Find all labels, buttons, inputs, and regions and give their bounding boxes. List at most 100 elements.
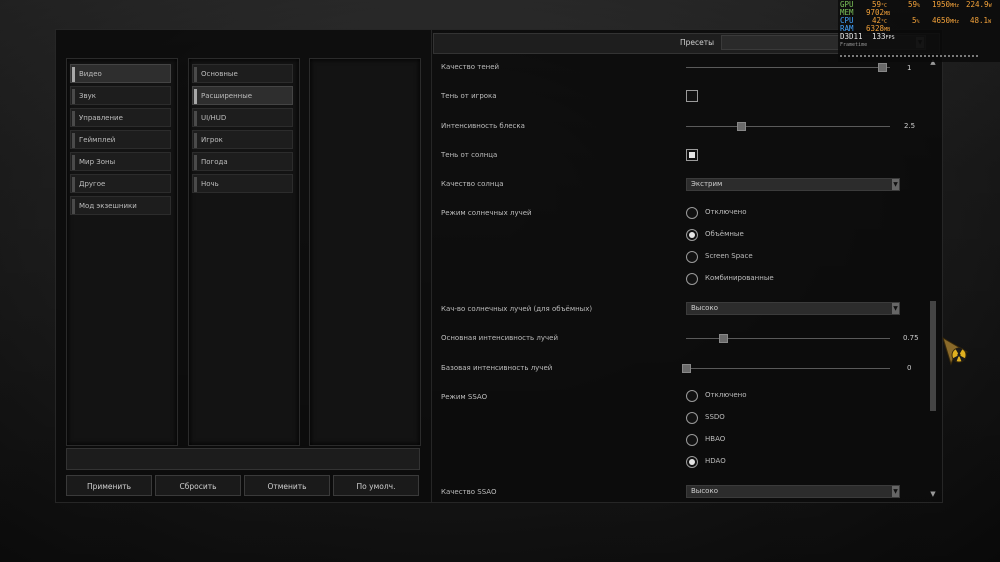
radio-icon[interactable] <box>686 456 698 468</box>
subcategory-ui-hud[interactable]: UI/HUD <box>192 108 293 127</box>
radio-icon[interactable] <box>686 434 698 446</box>
overlay-row-d3d: D3D11 133FPS <box>840 33 895 42</box>
scroll-down-icon[interactable]: ▼ <box>929 490 937 498</box>
subcategory-basic[interactable]: Основные <box>192 64 293 83</box>
sun-shadow-label: Тень от солнца <box>441 151 498 159</box>
radio-icon[interactable] <box>686 390 698 402</box>
sun-quality-dropdown[interactable]: Экстрим ▼ <box>686 178 900 191</box>
overlay-value: 48.1 <box>970 16 989 25</box>
sunrays-mode-label: Режим солнечных лучей <box>441 209 532 217</box>
cancel-button[interactable]: Отменить <box>244 475 330 496</box>
radio-label: Объёмные <box>705 230 744 238</box>
overlay-value: 133 <box>872 32 886 41</box>
ssao-quality-value: Высоко <box>691 487 718 495</box>
ssao-quality-dropdown[interactable]: Высоко ▼ <box>686 485 900 498</box>
overlay-unit: % <box>916 19 920 25</box>
overlay-unit: W <box>988 3 992 9</box>
subcategory-label: UI/HUD <box>201 114 227 122</box>
shadow-quality-slider[interactable] <box>686 67 890 68</box>
player-shadow-label: Тень от игрока <box>441 92 497 100</box>
radio-label: SSDO <box>705 413 725 421</box>
sun-quality-label: Качество солнца <box>441 180 504 188</box>
subcategory-label: Ночь <box>201 180 219 188</box>
subcategory-label: Погода <box>201 158 228 166</box>
subcategory-label: Расширенные <box>201 92 253 100</box>
frametime-graph <box>840 55 980 57</box>
overlay-unit: % <box>917 3 921 9</box>
scrollbar-thumb[interactable] <box>930 301 936 411</box>
category-video[interactable]: Видео <box>70 64 171 83</box>
overlay-unit: W <box>988 19 992 25</box>
category-mod-exes[interactable]: Мод экзешники <box>70 196 171 215</box>
shadow-quality-thumb[interactable] <box>878 63 887 72</box>
overlay-value: 1950 <box>932 0 951 9</box>
category-zone-world[interactable]: Мир Зоны <box>70 152 171 171</box>
category-gameplay[interactable]: Геймплей <box>70 130 171 149</box>
category-label: Звук <box>79 92 96 100</box>
radio-label: HBAO <box>705 435 726 443</box>
radio-icon[interactable] <box>686 251 698 263</box>
category-label: Мод экзешники <box>79 202 137 210</box>
default-button[interactable]: По умолч. <box>333 475 419 496</box>
chevron-down-icon: ▼ <box>892 179 899 190</box>
overlay-unit: FPS <box>885 35 895 41</box>
radio-label: Отключено <box>705 208 747 216</box>
category-other[interactable]: Другое <box>70 174 171 193</box>
overlay-unit: MHz <box>950 3 960 9</box>
gloss-intensity-slider[interactable] <box>686 126 890 127</box>
radio-label: Комбинированные <box>705 274 774 282</box>
category-label: Видео <box>79 70 102 78</box>
rays-main-intensity-slider[interactable] <box>686 338 890 339</box>
performance-overlay: GPU 59°C 59% 1950MHz 224.9W MEM 9702MB C… <box>838 0 1000 62</box>
category-list: Видео Звук Управление Геймплей Мир Зоны … <box>66 58 178 446</box>
gloss-intensity-thumb[interactable] <box>737 122 747 131</box>
radio-icon[interactable] <box>686 412 698 424</box>
category-sound[interactable]: Звук <box>70 86 171 105</box>
subcategory-player[interactable]: Игрок <box>192 130 293 149</box>
apply-button[interactable]: Применить <box>66 475 152 496</box>
rays-main-intensity-thumb[interactable] <box>718 334 728 343</box>
subcategory-label: Игрок <box>201 136 223 144</box>
gloss-intensity-value: 2.5 <box>904 122 916 130</box>
radio-label: Screen Space <box>705 252 753 260</box>
presets-label: Пресеты <box>680 38 715 47</box>
reset-button[interactable]: Сбросить <box>155 475 241 496</box>
chevron-down-icon: ▼ <box>892 486 899 497</box>
sun-shadow-checkbox[interactable] <box>686 149 698 161</box>
shadow-quality-value: 1 <box>907 64 912 72</box>
radio-label: Отключено <box>705 391 747 399</box>
category-label: Управление <box>79 114 123 122</box>
empty-list-panel <box>309 58 421 446</box>
radiation-cursor-icon <box>942 336 969 366</box>
subcategory-weather[interactable]: Погода <box>192 152 293 171</box>
category-controls[interactable]: Управление <box>70 108 171 127</box>
radio-icon[interactable] <box>686 207 698 219</box>
ssao-quality-label: Качество SSAO <box>441 488 497 496</box>
rays-base-intensity-value: 0 <box>907 364 912 372</box>
gloss-intensity-label: Интенсивность блеска <box>441 122 525 130</box>
sun-quality-value: Экстрим <box>691 180 723 188</box>
player-shadow-checkbox[interactable] <box>686 90 698 102</box>
category-label: Другое <box>79 180 106 188</box>
overlay-frametime-label: Frametime <box>840 42 868 48</box>
category-label: Мир Зоны <box>79 158 116 166</box>
subcategory-list: Основные Расширенные UI/HUD Игрок Погода… <box>188 58 300 446</box>
radio-label: HDAO <box>705 457 726 465</box>
subcategory-advanced[interactable]: Расширенные <box>192 86 293 105</box>
sunrays-quality-value: Высоко <box>691 304 718 312</box>
rays-base-intensity-thumb[interactable] <box>682 364 691 373</box>
rays-base-intensity-slider[interactable] <box>686 368 890 369</box>
rays-main-intensity-label: Основная интенсивность лучей <box>441 334 559 342</box>
radio-icon[interactable] <box>686 273 698 285</box>
overlay-value: 4650 <box>932 16 951 25</box>
sunrays-quality-dropdown[interactable]: Высоко ▼ <box>686 302 900 315</box>
rays-base-intensity-label: Базовая интенсивность лучей <box>441 364 553 372</box>
radio-icon[interactable] <box>686 229 698 241</box>
settings-scrollbar[interactable]: ▲ ▼ <box>929 58 937 498</box>
overlay-value: 224.9 <box>966 0 989 9</box>
subcategory-label: Основные <box>201 70 238 78</box>
ssao-mode-label: Режим SSAO <box>441 393 488 401</box>
chevron-down-icon: ▼ <box>892 303 899 314</box>
subcategory-night[interactable]: Ночь <box>192 174 293 193</box>
rays-main-intensity-value: 0.75 <box>903 334 919 342</box>
